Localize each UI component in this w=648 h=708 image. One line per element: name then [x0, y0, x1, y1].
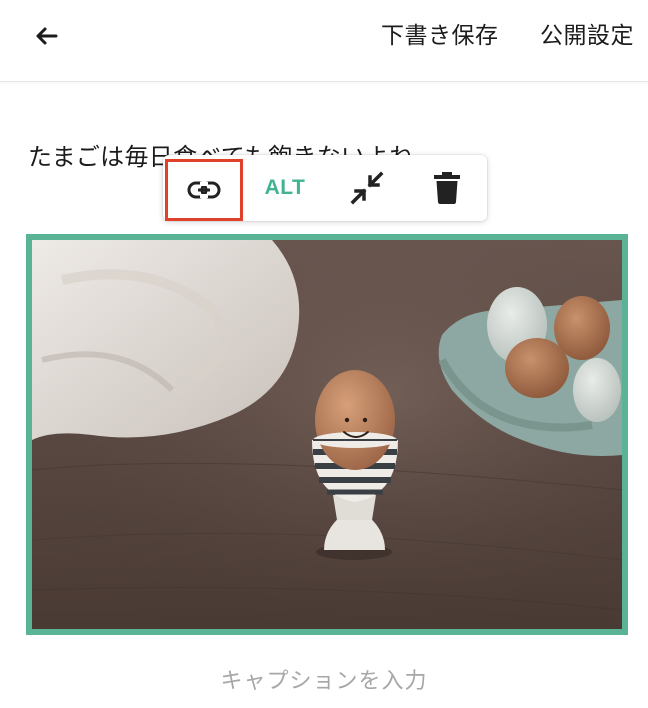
shrink-image-button[interactable] — [329, 155, 405, 221]
alt-label: ALT — [264, 176, 306, 199]
publish-settings-button[interactable]: 公開設定 — [540, 20, 634, 52]
editor-header: 下書き保存 公開設定 — [0, 0, 648, 82]
caption-input[interactable]: キャプションを入力 — [0, 663, 648, 695]
delete-image-button[interactable] — [409, 155, 485, 221]
selected-image[interactable] — [26, 234, 628, 635]
trash-icon — [434, 172, 460, 204]
egg-photo — [32, 240, 622, 629]
image-toolbar: ALT — [163, 155, 487, 221]
back-button[interactable] — [26, 18, 66, 58]
collapse-arrows-icon — [350, 171, 384, 205]
link-button[interactable] — [165, 159, 243, 221]
arrow-left-icon — [36, 27, 58, 45]
link-icon — [187, 181, 221, 199]
save-draft-button[interactable]: 下書き保存 — [381, 20, 499, 52]
alt-text-button[interactable]: ALT — [247, 155, 323, 221]
